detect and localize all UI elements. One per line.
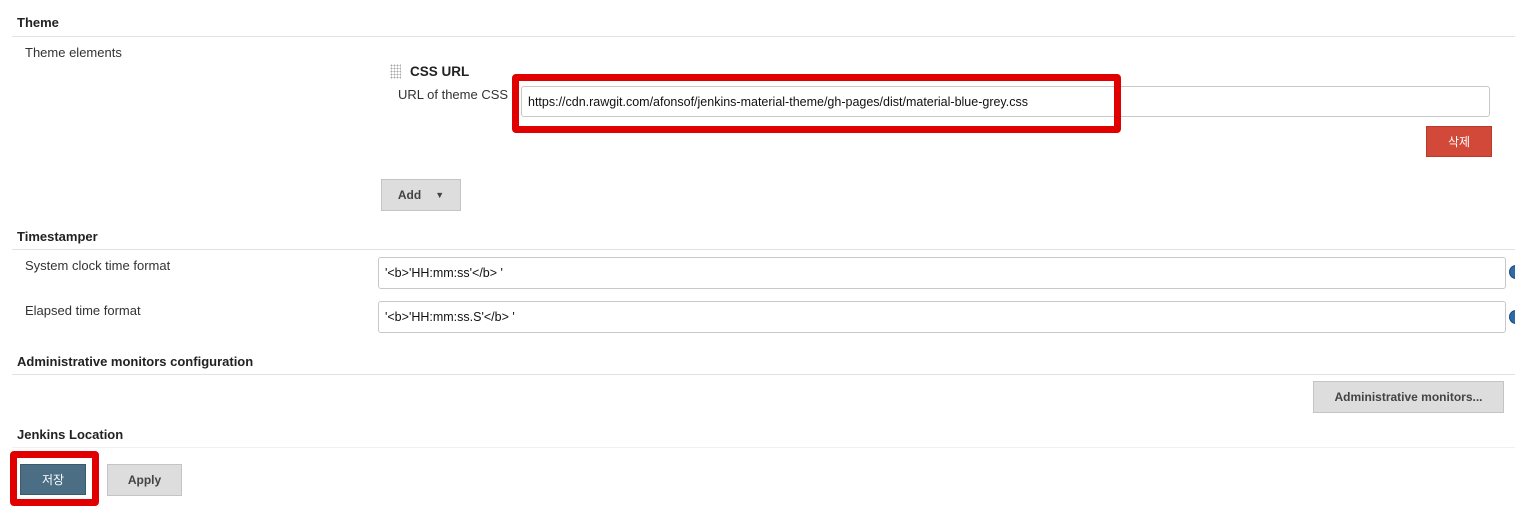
help-icon[interactable] [1509, 310, 1515, 324]
jenkins-location-heading: Jenkins Location [17, 427, 124, 442]
divider [12, 249, 1515, 250]
caret-down-icon: ▼ [435, 190, 445, 200]
divider [12, 447, 1515, 448]
help-icon[interactable] [1509, 265, 1515, 279]
theme-elements-label: Theme elements [25, 45, 122, 60]
apply-button[interactable]: Apply [107, 464, 182, 496]
divider [12, 374, 1515, 375]
admin-monitors-heading: Administrative monitors configuration [17, 354, 254, 369]
admin-monitors-button[interactable]: Administrative monitors... [1313, 381, 1504, 413]
system-clock-label: System clock time format [25, 258, 171, 273]
timestamper-heading: Timestamper [17, 229, 98, 244]
highlight-box [512, 74, 1121, 133]
highlight-box [10, 451, 99, 506]
theme-heading: Theme [17, 15, 59, 30]
divider [12, 36, 1515, 37]
css-url-title: CSS URL [410, 64, 470, 79]
drag-handle-icon[interactable] [390, 64, 401, 79]
delete-button[interactable]: 삭제 [1426, 126, 1492, 157]
add-button[interactable]: Add ▼ [381, 179, 461, 211]
system-clock-input[interactable]: '<b>'HH:mm:ss'</b> ' [378, 257, 1506, 289]
elapsed-time-label: Elapsed time format [25, 303, 141, 318]
css-url-label: URL of theme CSS [398, 87, 509, 102]
add-label: Add [397, 188, 422, 202]
elapsed-time-input[interactable]: '<b>'HH:mm:ss.S'</b> ' [378, 301, 1506, 333]
